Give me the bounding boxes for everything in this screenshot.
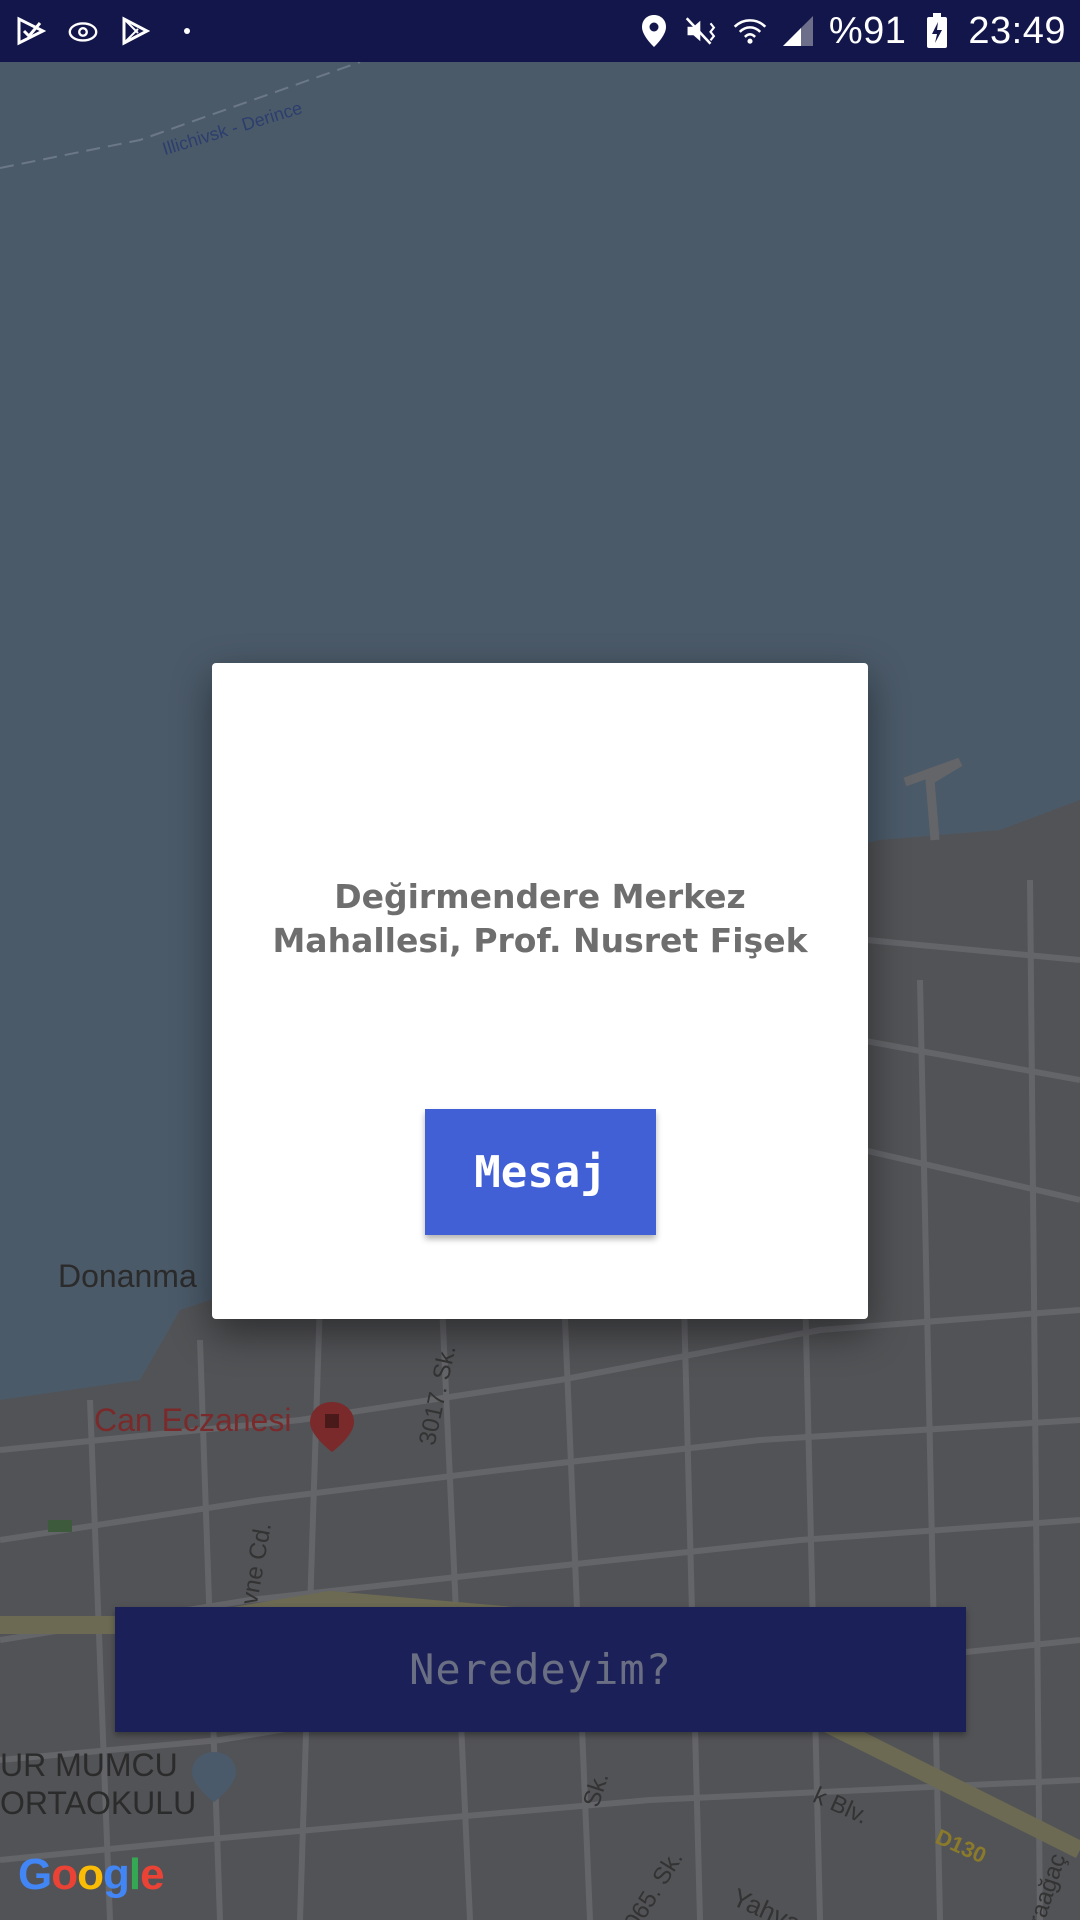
message-button-label: Mesaj: [474, 1146, 607, 1198]
clock: 23:49: [968, 9, 1066, 52]
map-label-donanma: Donanma: [58, 1258, 197, 1294]
mute-vibrate-icon: [685, 14, 719, 48]
signal-icon: [781, 14, 815, 48]
dot-icon: [170, 14, 204, 48]
cloud-sync-icon: [66, 14, 100, 48]
google-letter: e: [140, 1850, 165, 1899]
location-pin-icon: [637, 14, 671, 48]
google-letter: l: [128, 1850, 141, 1899]
status-bar-system: %91 23:49: [637, 8, 1066, 54]
google-letter: G: [18, 1850, 52, 1899]
status-bar-notifications: [14, 10, 204, 52]
google-logo: Google: [18, 1850, 165, 1900]
google-letter: o: [77, 1850, 104, 1899]
task-check-icon: [14, 14, 48, 48]
google-letter: g: [103, 1850, 130, 1899]
battery-percentage: %91: [828, 9, 907, 52]
status-bar: %91 23:49: [0, 0, 1080, 62]
map-label-pharmacy[interactable]: Can Eczanesi: [94, 1402, 291, 1439]
address-dialog: Değirmendere Merkez Mahallesi, Prof. Nus…: [212, 663, 868, 1319]
play-store-icon: [118, 14, 152, 48]
app-screen: %91 23:49 Illichivsk - Derince Donanma C…: [0, 0, 1080, 1920]
wifi-icon: [733, 14, 767, 48]
where-am-i-button[interactable]: Neredeyim?: [115, 1607, 966, 1732]
google-letter: o: [51, 1850, 78, 1899]
dialog-address-text: Değirmendere Merkez Mahallesi, Prof. Nus…: [272, 877, 808, 960]
map-label-school[interactable]: UR MUMCU ORTAOKULU: [0, 1746, 196, 1822]
battery-charging-icon: [920, 13, 954, 48]
where-am-i-label: Neredeyim?: [409, 1645, 672, 1694]
message-button[interactable]: Mesaj: [425, 1109, 656, 1235]
